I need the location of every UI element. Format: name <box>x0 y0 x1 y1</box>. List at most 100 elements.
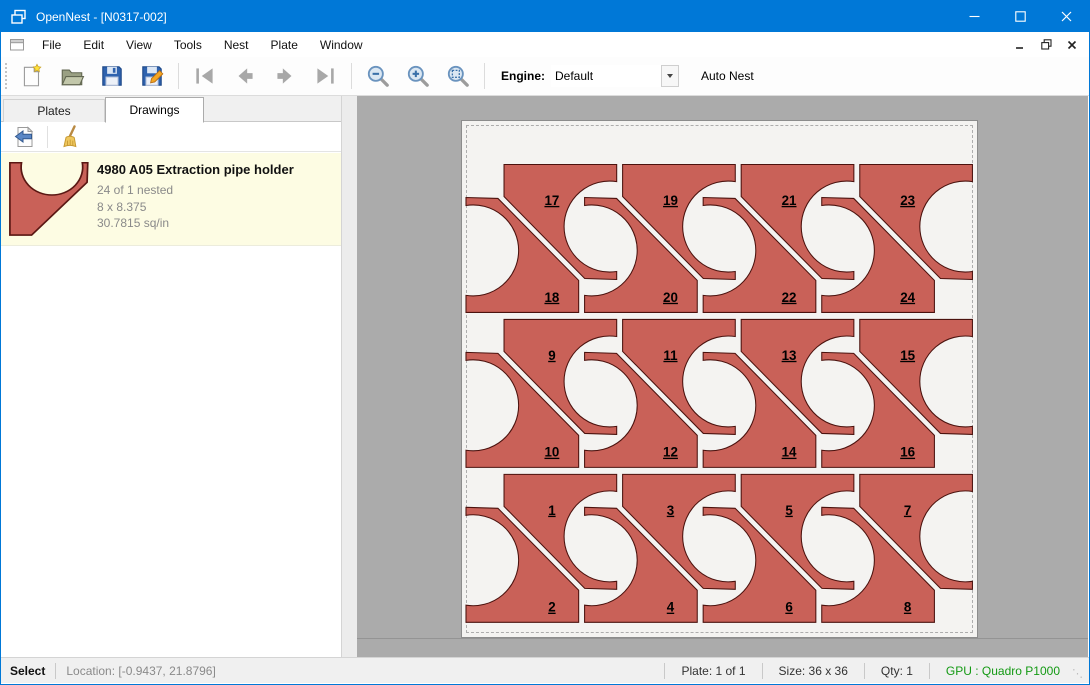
zoom-out-button[interactable] <box>362 60 394 92</box>
zoom-extents-icon <box>445 63 471 89</box>
engine-select[interactable]: Default <box>551 65 679 87</box>
engine-dropdown-arrow-icon[interactable] <box>661 65 679 87</box>
toolbar-separator <box>47 126 48 148</box>
canvas-divider <box>357 638 1088 639</box>
part-number-label: 4 <box>667 600 675 615</box>
plate-sheet[interactable]: 171819202122232491011121314151612345678 <box>461 120 978 638</box>
title-bar[interactable]: OpenNest - [N0317-002] <box>1 1 1089 32</box>
status-location: Location: [-0.9437, 21.8796] <box>66 664 215 678</box>
menu-item-edit[interactable]: Edit <box>72 34 115 56</box>
next-plate-button[interactable] <box>269 60 301 92</box>
toolbar-separator <box>178 63 179 89</box>
part-number-label: 10 <box>544 445 559 460</box>
part-number-label: 23 <box>900 193 915 208</box>
first-plate-button[interactable] <box>189 60 221 92</box>
panel-splitter[interactable] <box>342 96 357 657</box>
last-plate-button[interactable] <box>309 60 341 92</box>
drawings-toolbar <box>1 122 341 152</box>
previous-plate-button[interactable] <box>229 60 261 92</box>
part-number-label: 8 <box>904 600 912 615</box>
drawing-list-item[interactable]: 4980 A05 Extraction pipe holder 24 of 1 … <box>1 153 341 246</box>
part-number-label: 22 <box>782 290 797 305</box>
zoom-in-icon <box>405 63 431 89</box>
part-number-label: 7 <box>904 503 911 518</box>
menu-item-file[interactable]: File <box>31 34 72 56</box>
status-separator <box>664 663 665 679</box>
part-number-label: 21 <box>782 193 797 208</box>
tab-plates[interactable]: Plates <box>3 99 105 122</box>
drawing-nested-count: 24 of 1 nested <box>97 182 341 199</box>
status-mode: Select <box>10 664 45 678</box>
engine-selected-value: Default <box>551 69 661 83</box>
status-separator <box>55 663 56 679</box>
drawing-title: 4980 A05 Extraction pipe holder <box>97 162 341 177</box>
previous-arrow-icon <box>232 63 258 89</box>
zoom-out-icon <box>365 63 391 89</box>
menu-item-tools[interactable]: Tools <box>163 34 213 56</box>
status-plate-size: Size: 36 x 36 <box>773 664 854 678</box>
close-icon <box>1061 11 1072 22</box>
auto-nest-button[interactable]: Auto Nest <box>693 64 762 88</box>
maximize-icon <box>1015 11 1026 22</box>
save-as-button[interactable] <box>136 60 168 92</box>
part-number-label: 9 <box>548 348 555 363</box>
main-toolbar: Engine: Default Auto Nest <box>1 57 1089 96</box>
close-button[interactable] <box>1043 1 1089 32</box>
status-qty: Qty: 1 <box>875 664 919 678</box>
status-gpu: GPU : Quadro P1000 <box>940 664 1066 678</box>
mdi-restore-icon <box>1041 39 1052 50</box>
zoom-extents-button[interactable] <box>442 60 474 92</box>
mdi-minimize-button[interactable] <box>1009 35 1031 55</box>
minimize-button[interactable] <box>951 1 997 32</box>
status-separator <box>929 663 930 679</box>
open-folder-icon <box>59 63 85 89</box>
toolbar-separator <box>484 63 485 89</box>
broom-icon <box>59 125 83 149</box>
nested-parts-layout[interactable]: 171819202122232491011121314151612345678 <box>466 125 973 633</box>
part-thumbnail <box>1 153 97 245</box>
save-button[interactable] <box>96 60 128 92</box>
menu-item-view[interactable]: View <box>115 34 163 56</box>
zoom-in-button[interactable] <box>402 60 434 92</box>
new-button[interactable] <box>16 60 48 92</box>
next-arrow-icon <box>272 63 298 89</box>
part-number-label: 24 <box>900 290 915 305</box>
send-to-plates-button[interactable] <box>9 123 39 151</box>
resize-grip[interactable]: ⋱ <box>1072 667 1086 681</box>
menu-item-plate[interactable]: Plate <box>260 34 309 56</box>
drawing-size: 8 x 8.375 <box>97 199 341 216</box>
clear-drawings-button[interactable] <box>56 123 86 151</box>
toolbar-grip[interactable] <box>5 63 12 89</box>
app-icon <box>10 9 28 25</box>
menu-item-nest[interactable]: Nest <box>213 34 260 56</box>
status-bar: Select Location: [-0.9437, 21.8796] Plat… <box>1 657 1089 683</box>
last-arrow-icon <box>312 63 338 89</box>
part-number-label: 11 <box>663 348 678 363</box>
tab-drawings[interactable]: Drawings <box>105 97 204 123</box>
mdi-restore-button[interactable] <box>1035 35 1057 55</box>
part-number-label: 17 <box>544 193 559 208</box>
mdi-close-icon <box>1067 40 1077 50</box>
part-number-label: 12 <box>663 445 678 460</box>
status-separator <box>864 663 865 679</box>
open-button[interactable] <box>56 60 88 92</box>
first-arrow-icon <box>192 63 218 89</box>
part-number-label: 14 <box>782 445 797 460</box>
new-document-icon <box>19 63 45 89</box>
app-window: OpenNest - [N0317-002] FileEditViewTools… <box>0 0 1090 685</box>
mdi-minimize-icon <box>1015 40 1025 50</box>
part-number-label: 13 <box>782 348 797 363</box>
part-number-label: 5 <box>785 503 793 518</box>
part-number-label: 19 <box>663 193 678 208</box>
minimize-icon <box>969 11 980 22</box>
mdi-close-button[interactable] <box>1061 35 1083 55</box>
part-number-label: 15 <box>900 348 915 363</box>
nest-canvas[interactable]: 171819202122232491011121314151612345678 <box>357 96 1088 657</box>
drawing-area: 30.7815 sq/in <box>97 215 341 232</box>
document-window-icon[interactable] <box>9 37 25 52</box>
part-number-label: 16 <box>900 445 915 460</box>
window-title: OpenNest - [N0317-002] <box>36 10 167 24</box>
menu-item-window[interactable]: Window <box>309 34 374 56</box>
maximize-button[interactable] <box>997 1 1043 32</box>
menu-items: FileEditViewToolsNestPlateWindow <box>31 34 374 56</box>
